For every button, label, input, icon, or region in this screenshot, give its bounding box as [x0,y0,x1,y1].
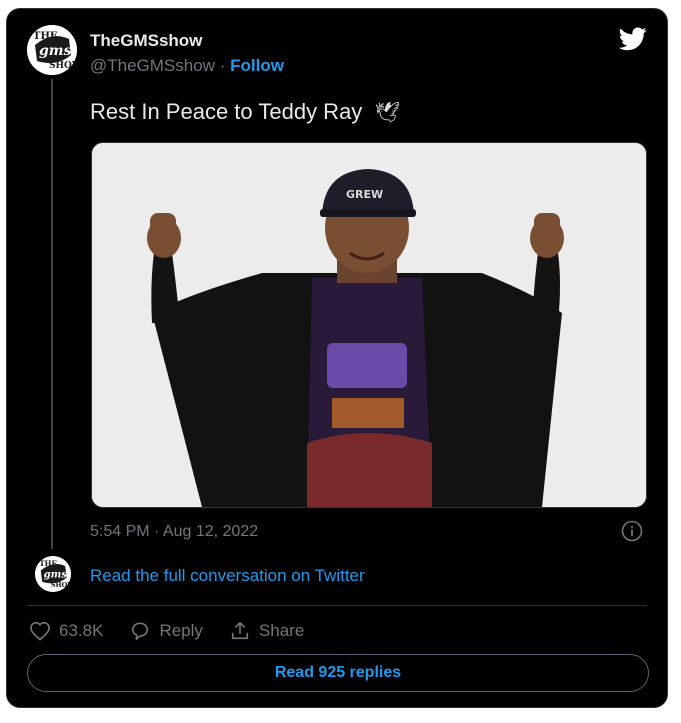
gms-logo-small-icon: THE gms SHOW [35,556,71,592]
avatar-logo-bottom: SHOW [49,61,77,71]
like-count: 63.8K [59,621,104,640]
thread-line [51,79,53,549]
tweet-text-body: Rest In Peace to Teddy Ray [90,99,363,124]
conversation-avatar[interactable]: THE gms SHOW [35,556,71,592]
tweet-embed-card: THE gms SHOW TheGMSshow @TheGMSshow · Fo… [6,8,668,708]
handle-row: @TheGMSshow · Follow [90,56,284,76]
avatar-logo-mid: gms [39,43,72,59]
read-conversation-link[interactable]: Read the full conversation on Twitter [90,566,365,586]
conv-avatar-logo-mid: gms [44,570,68,581]
author-avatar[interactable]: THE gms SHOW [27,25,77,75]
reply-bubble-icon [132,622,149,640]
read-replies-button[interactable]: Read 925 replies [27,654,649,692]
tweet-photo[interactable]: GREW [91,142,647,508]
reply-button[interactable]: Reply [129,621,203,641]
separator-dot: · [219,56,226,75]
gms-logo-icon: THE gms SHOW [27,25,77,75]
cap-text: GREW [346,188,383,201]
conv-avatar-logo-bottom: SHOW [51,581,71,589]
divider [27,605,647,606]
heart-icon [30,621,50,641]
reply-label: Reply [159,621,203,640]
avatar-logo-top: THE [33,31,58,42]
share-label: Share [258,621,305,640]
info-icon[interactable] [621,520,643,542]
action-bar: 63.8K Reply Share [29,617,330,645]
tweet-timestamp[interactable]: 5:54 PM · Aug 12, 2022 [90,523,258,541]
share-button[interactable]: Share [229,621,304,641]
tweet-text: Rest In Peace to Teddy Ray 🕊 [90,99,400,125]
twitter-bird-icon[interactable] [619,27,647,51]
conv-avatar-logo-top: THE [39,559,57,568]
share-upload-icon [231,622,248,640]
author-handle[interactable]: @TheGMSshow [90,56,215,75]
person-photo-illustration: GREW [92,143,646,507]
like-button[interactable]: 63.8K [29,621,103,641]
follow-button[interactable]: Follow [230,56,284,75]
author-name[interactable]: TheGMSshow [90,31,202,51]
dove-emoji: 🕊 [374,102,400,124]
